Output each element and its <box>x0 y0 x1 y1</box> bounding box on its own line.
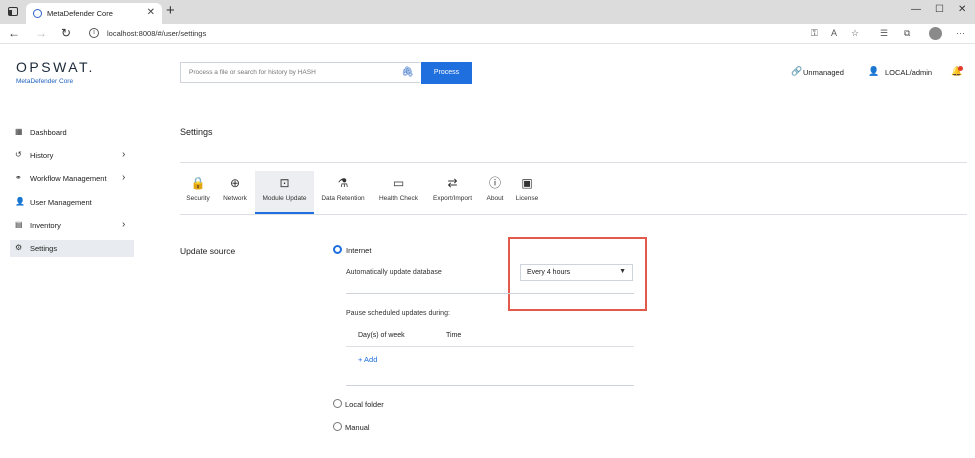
close-window-icon[interactable]: ✕ <box>958 4 966 15</box>
tab-label: Export/Import <box>432 195 472 202</box>
sidebar-item-label: Workflow Management <box>30 174 107 183</box>
tab-label: Security <box>186 195 210 202</box>
internet-label: Internet <box>346 246 372 255</box>
favicon-icon <box>33 9 42 18</box>
maximize-icon[interactable]: ☐ <box>935 4 944 15</box>
browser-tab[interactable]: MetaDefender Core ✕ <box>26 3 162 24</box>
sidebar-item-inventory[interactable]: ▤ Inventory › <box>10 217 134 234</box>
page-title: Settings <box>180 127 213 137</box>
back-icon[interactable]: ← <box>8 26 20 40</box>
chevron-right-icon[interactable]: › <box>122 149 125 160</box>
update-source-label: Update source <box>180 246 236 256</box>
chevron-right-icon[interactable]: › <box>122 219 125 230</box>
unmanaged-status[interactable]: Unmanaged <box>803 68 844 77</box>
add-favorite-icon[interactable]: ☆ <box>851 28 859 39</box>
tab-license[interactable]: ▣ License <box>512 171 542 214</box>
sidebar-item-workflow-management[interactable]: ⚭ Workflow Management › <box>10 170 134 187</box>
key-icon[interactable]: ⚿ <box>811 28 818 39</box>
divider <box>180 214 967 215</box>
table-divider <box>346 346 634 347</box>
product-name: MetaDefender Core <box>16 78 74 85</box>
globe-icon: ⊕ <box>229 176 241 190</box>
link-icon: 🔗 <box>791 66 803 76</box>
flask-icon: ⚗ <box>337 176 349 190</box>
dashboard-icon: ▦ <box>15 127 23 136</box>
workflow-icon: ⚭ <box>15 173 22 182</box>
add-schedule-button[interactable]: + Add <box>358 355 377 364</box>
tab-module-update[interactable]: ⊡ Module Update <box>255 171 314 214</box>
local-folder-label: Local folder <box>345 400 384 409</box>
gear-icon: ⚙ <box>15 243 23 252</box>
sidebar-item-dashboard[interactable]: ▦ Dashboard <box>10 124 134 141</box>
collections-icon[interactable]: ⧉ <box>904 28 910 39</box>
sidebar-item-label: Dashboard <box>30 128 67 137</box>
opswat-logo: OPSWAT. <box>16 59 95 75</box>
monitor-icon: ▭ <box>392 176 405 190</box>
more-icon[interactable]: ··· <box>956 28 965 38</box>
tab-label: Network <box>223 195 247 202</box>
internet-radio[interactable] <box>333 245 342 254</box>
tab-label: Data Retention <box>321 195 365 202</box>
close-tab-icon[interactable]: ✕ <box>147 7 155 18</box>
swap-icon: ⇄ <box>447 176 458 190</box>
tab-label: License <box>515 195 539 202</box>
browser-tabstrip: MetaDefender Core ✕ + — ☐ ✕ <box>0 0 975 24</box>
divider <box>346 293 634 294</box>
paperclip-icon[interactable]: 🖇 <box>401 67 414 78</box>
sidebar-item-settings[interactable]: ⚙ Settings <box>10 240 134 257</box>
tab-about[interactable]: ⓘ About <box>482 171 508 214</box>
refresh-icon[interactable]: ↻ <box>61 26 71 40</box>
info-icon: ⓘ <box>488 176 501 190</box>
history-icon: ↺ <box>15 150 22 159</box>
tab-label: About <box>486 195 504 202</box>
notification-badge <box>958 66 963 71</box>
tab-label: Module Update <box>262 195 307 202</box>
tab-network[interactable]: ⊕ Network <box>218 171 252 214</box>
address-bar: ← → ↻ i localhost:8008/#/user/settings ⚿… <box>0 24 975 44</box>
divider <box>180 162 967 163</box>
site-info-icon[interactable]: i <box>89 28 99 38</box>
column-header-time: Time <box>446 332 462 339</box>
tab-security[interactable]: 🔒 Security <box>181 171 215 214</box>
tab-export-import[interactable]: ⇄ Export/Import <box>428 171 477 214</box>
local-folder-radio[interactable] <box>333 399 342 408</box>
highlight-annotation <box>508 237 647 311</box>
sidebar-item-user-management[interactable]: 👤 User Management <box>10 194 134 211</box>
inventory-icon: ▤ <box>15 220 23 229</box>
sidebar-item-label: Settings <box>30 244 58 253</box>
read-aloud-icon[interactable]: A <box>831 28 837 38</box>
favorites-icon[interactable]: ☰ <box>880 28 888 39</box>
url-field[interactable]: localhost:8008/#/user/settings <box>107 29 206 38</box>
search-input[interactable]: Process a file or search for history by … <box>180 62 420 83</box>
sidebar-item-history[interactable]: ↺ History › <box>10 147 134 164</box>
manual-label: Manual <box>345 423 370 432</box>
lock-icon: 🔒 <box>190 176 206 190</box>
module-update-icon: ⊡ <box>279 176 290 190</box>
tab-health-check[interactable]: ▭ Health Check <box>374 171 423 214</box>
divider <box>346 385 634 386</box>
user-menu[interactable]: LOCAL/admin <box>885 68 932 77</box>
chevron-right-icon[interactable]: › <box>122 172 125 183</box>
process-button[interactable]: Process <box>421 62 472 84</box>
minimize-icon[interactable]: — <box>911 4 921 15</box>
auto-update-label: Automatically update database <box>346 269 442 276</box>
forward-icon[interactable]: → <box>35 26 47 40</box>
tab-actions-icon[interactable] <box>8 7 18 16</box>
sidebar-item-label: Inventory <box>30 221 61 230</box>
tab-data-retention[interactable]: ⚗ Data Retention <box>317 171 369 214</box>
search-placeholder: Process a file or search for history by … <box>189 69 316 76</box>
sidebar-item-label: History <box>30 151 54 160</box>
license-icon: ▣ <box>521 176 533 190</box>
user-icon: 👤 <box>15 197 25 206</box>
column-header-days: Day(s) of week <box>358 332 405 339</box>
tab-label: Health Check <box>378 195 419 202</box>
tab-title: MetaDefender Core <box>47 9 113 18</box>
pause-updates-label: Pause scheduled updates during: <box>346 310 450 317</box>
profile-avatar[interactable] <box>929 27 942 40</box>
user-icon: 👤 <box>868 66 880 76</box>
sidebar-item-label: User Management <box>30 198 92 207</box>
new-tab-icon[interactable]: + <box>166 3 175 19</box>
manual-radio[interactable] <box>333 422 342 431</box>
